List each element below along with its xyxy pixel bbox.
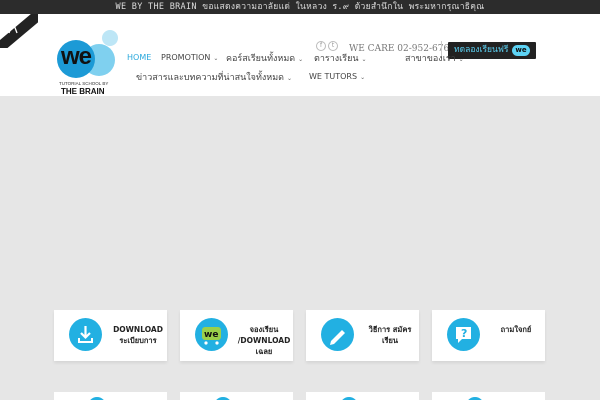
nav-promotion[interactable]: PROMOTION ⌄: [161, 53, 218, 62]
nav-schedule[interactable]: ตารางเรียน ⌄: [314, 51, 367, 65]
nav-tutors-label: WE TUTORS: [309, 72, 358, 81]
nav-branches[interactable]: สาขาของเรา ⌄: [405, 51, 464, 65]
nav-courses-label: คอร์สเรียนทั้งหมด: [226, 54, 296, 64]
card-ask-question[interactable]: ? ถามใจกย์: [432, 310, 545, 361]
nav-home-label: HOME: [127, 53, 152, 62]
chevron-down-icon: ⌄: [213, 55, 219, 62]
logo-tagline: TUTORIAL SCHOOL BY: [59, 81, 109, 86]
announcement-text: WE BY THE BRAIN ขอแสดงความอาลัยแด่ ในหลว…: [115, 2, 485, 12]
nav-home[interactable]: HOME: [127, 53, 151, 62]
logo-brand: THE BRAIN: [61, 87, 105, 96]
site-header: we TUTORIAL SCHOOL BY THE BRAIN f t WE C…: [0, 14, 600, 96]
card-download-rules[interactable]: DOWNLOAD ระเบียบการ: [54, 310, 167, 361]
svg-text:?: ?: [461, 327, 467, 340]
nav-branches-label: สาขาของเรา: [405, 54, 456, 64]
logo-bubble-small: [102, 30, 118, 46]
we-badge-icon: we: [512, 45, 530, 56]
nav-news[interactable]: ข่าวสารและบทความที่น่าสนใจทั้งหมด ⌄: [136, 70, 292, 84]
nav-news-label: ข่าวสารและบทความที่น่าสนใจทั้งหมด: [136, 73, 284, 83]
facebook-icon-glyph: f: [319, 42, 323, 49]
question-icon: ?: [447, 318, 480, 351]
card-download-rules-label: DOWNLOAD ระเบียบการ: [113, 325, 163, 345]
chevron-down-icon: ⌄: [287, 75, 293, 82]
chevron-down-icon: ⌄: [298, 56, 304, 63]
card-row2-2[interactable]: [180, 392, 293, 400]
chevron-down-icon: ⌄: [361, 56, 367, 63]
chevron-down-icon: ⌄: [458, 56, 464, 63]
card-row2-4[interactable]: [432, 392, 545, 400]
facebook-icon[interactable]: f: [316, 41, 326, 51]
pencil-icon: [321, 318, 354, 351]
nav-schedule-label: ตารางเรียน: [314, 54, 359, 64]
svg-text:we: we: [204, 330, 218, 340]
card-ask-question-label: ถามใจกย์: [500, 325, 532, 334]
logo-mark: we: [61, 43, 92, 70]
card-row2-1[interactable]: [54, 392, 167, 400]
card-booking-label: จองเรียน /DOWNLOAD เฉลย: [237, 325, 291, 356]
card-row2-3[interactable]: [306, 392, 419, 400]
card-booking[interactable]: we จองเรียน /DOWNLOAD เฉลย: [180, 310, 293, 361]
card-how-to-apply-label: วิธีการ สมัครเรียน: [368, 325, 412, 345]
mourning-ribbon: [0, 14, 38, 48]
mourning-ribbon-icon: [8, 17, 18, 34]
site-logo[interactable]: we TUTORIAL SCHOOL BY THE BRAIN: [55, 30, 125, 96]
twitter-icon[interactable]: t: [328, 41, 338, 51]
twitter-icon-glyph: t: [331, 42, 335, 49]
nav-courses[interactable]: คอร์สเรียนทั้งหมด ⌄: [226, 51, 303, 65]
card-how-to-apply[interactable]: วิธีการ สมัครเรียน: [306, 310, 419, 361]
nav-promotion-label: PROMOTION: [161, 53, 211, 62]
download-icon: [69, 318, 102, 351]
announcement-bar: WE BY THE BRAIN ขอแสดงความอาลัยแด่ ในหลว…: [0, 0, 600, 14]
nav-tutors[interactable]: WE TUTORS ⌄: [309, 72, 365, 81]
chevron-down-icon: ⌄: [360, 74, 366, 81]
we-cart-icon: we: [195, 318, 228, 351]
